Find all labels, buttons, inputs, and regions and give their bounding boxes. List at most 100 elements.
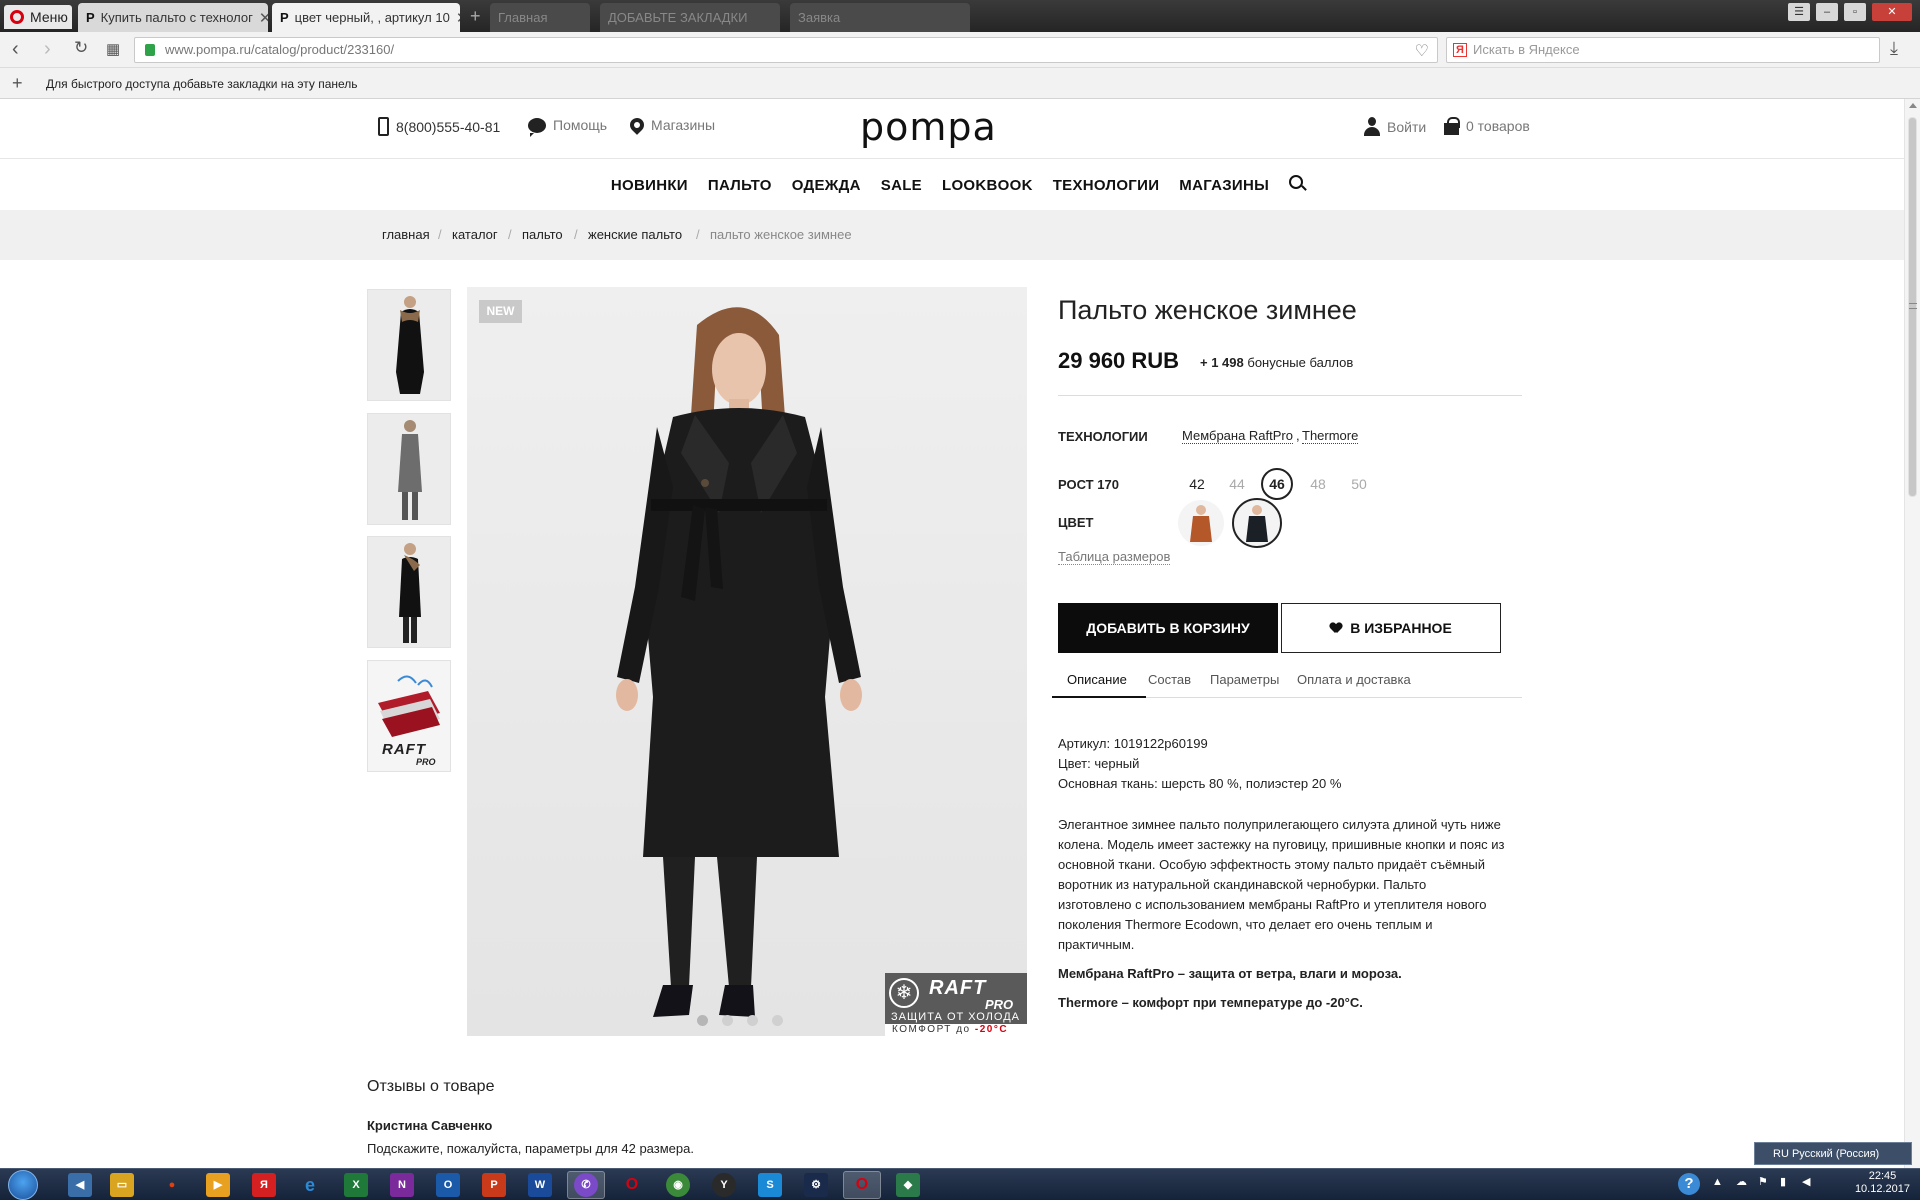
outlook-icon[interactable]: O xyxy=(436,1173,460,1197)
phone-link[interactable]: 8(800)555-40-81 xyxy=(378,117,500,136)
app-icon[interactable]: ◆ xyxy=(896,1173,920,1197)
browser-tab[interactable]: ДОБАВЬТЕ ЗАКЛАДКИ xyxy=(600,3,780,32)
browser-tab-active[interactable]: P цвет черный, , артикул 10 ✕ xyxy=(272,3,460,32)
tab-close-icon[interactable]: ✕ xyxy=(259,9,268,27)
language-indicator[interactable]: RU Русский (Россия) xyxy=(1754,1142,1912,1165)
windows-start-icon[interactable] xyxy=(8,1170,38,1200)
speed-dial-icon[interactable]: ▦ xyxy=(106,40,120,58)
scroll-up-icon[interactable] xyxy=(1909,103,1917,108)
reload-icon[interactable]: ↻ xyxy=(74,38,88,58)
search-icon[interactable] xyxy=(1289,175,1304,189)
pagination-dot[interactable] xyxy=(772,1015,783,1026)
add-bookmark-icon[interactable]: + xyxy=(12,73,23,94)
product-main-image[interactable]: NEW ❄ RAFT PRO ЗАЩИТА ОТ ХОЛОДА КОМФОРТ … xyxy=(467,287,1027,1036)
steam-icon[interactable]: ⚙ xyxy=(804,1173,828,1197)
yandex-search-input[interactable]: Я Искать в Яндексе xyxy=(1446,37,1880,63)
skype-icon[interactable]: S xyxy=(758,1173,782,1197)
tab-close-icon[interactable]: ✕ xyxy=(456,9,460,27)
app-icon[interactable]: ● xyxy=(160,1173,184,1197)
maximize-icon[interactable]: ▫ xyxy=(1844,3,1866,21)
breadcrumb-womens-coats[interactable]: женские пальто xyxy=(588,227,682,242)
nav-item-new[interactable]: НОВИНКИ xyxy=(601,177,698,194)
close-window-icon[interactable]: ✕ xyxy=(1872,3,1912,21)
viber-icon[interactable]: ✆ xyxy=(574,1173,598,1197)
site-logo[interactable]: pompa xyxy=(860,105,997,149)
nav-item-lookbook[interactable]: LOOKBOOK xyxy=(932,177,1043,194)
browser-tab[interactable]: Заявка xyxy=(790,3,970,32)
breadcrumb-catalog[interactable]: каталог xyxy=(452,227,498,242)
help-link[interactable]: Помощь xyxy=(528,117,607,137)
stores-link[interactable]: Магазины xyxy=(627,115,715,135)
cloud-icon[interactable]: ☁ xyxy=(1736,1175,1747,1188)
add-to-cart-button[interactable]: ДОБАВИТЬ В КОРЗИНУ xyxy=(1058,603,1278,653)
pagination-dot[interactable] xyxy=(697,1015,708,1026)
pagination-dot[interactable] xyxy=(747,1015,758,1026)
opera-icon[interactable]: O xyxy=(620,1173,644,1197)
internet-explorer-icon[interactable]: e xyxy=(298,1173,322,1197)
app-icon[interactable]: ▶ xyxy=(206,1173,230,1197)
excel-icon[interactable]: X xyxy=(344,1173,368,1197)
raft-comfort-label: КОМФОРТ до xyxy=(892,1024,971,1035)
opera-active-icon[interactable]: O xyxy=(850,1173,874,1197)
gallery-thumbnail[interactable]: RAFT PRO xyxy=(367,660,451,772)
powerpoint-icon[interactable]: P xyxy=(482,1173,506,1197)
heart-icon xyxy=(1330,623,1342,634)
chrome-icon[interactable]: ◉ xyxy=(666,1173,690,1197)
login-link[interactable]: Войти xyxy=(1364,117,1426,136)
yandex-browser-icon[interactable]: Y xyxy=(712,1173,736,1197)
size-option[interactable]: 50 xyxy=(1343,468,1375,500)
nav-item-clothing[interactable]: ОДЕЖДА xyxy=(782,177,871,194)
nav-item-technologies[interactable]: ТЕХНОЛОГИИ xyxy=(1043,177,1170,194)
size-option[interactable]: 42 xyxy=(1181,468,1213,500)
tab-composition[interactable]: Состав xyxy=(1148,672,1191,687)
forward-icon[interactable]: › xyxy=(44,38,51,61)
flag-icon[interactable]: ⚑ xyxy=(1758,1175,1768,1188)
new-tab-icon[interactable]: + xyxy=(470,6,481,27)
reviews-heading: Отзывы о товаре xyxy=(367,1078,495,1095)
add-to-favorites-button[interactable]: В ИЗБРАННОЕ xyxy=(1281,603,1501,653)
size-option[interactable]: 44 xyxy=(1221,468,1253,500)
tab-list-icon[interactable]: ☰ xyxy=(1788,3,1810,21)
review-author: Кристина Савченко xyxy=(367,1118,493,1133)
browser-menu-button[interactable]: Меню xyxy=(4,5,72,29)
pagination-dot[interactable] xyxy=(722,1015,733,1026)
color-swatch-black-selected[interactable] xyxy=(1232,498,1282,548)
tray-arrow-icon[interactable]: ▲ xyxy=(1712,1176,1723,1188)
gallery-thumbnail[interactable] xyxy=(367,289,451,401)
page-scrollbar[interactable] xyxy=(1904,99,1920,1171)
url-field[interactable]: www.pompa.ru/catalog/product/233160/ ♡ xyxy=(134,37,1438,63)
cart-link[interactable]: 0 товаров xyxy=(1444,117,1530,135)
color-swatch-brown[interactable] xyxy=(1178,500,1224,546)
breadcrumb-coats[interactable]: пальто xyxy=(522,227,563,242)
tab-description[interactable]: Описание xyxy=(1067,672,1127,687)
back-icon[interactable]: ‹ xyxy=(12,38,19,61)
download-icon[interactable]: ⤓ xyxy=(1890,38,1898,59)
tech-link-raftpro[interactable]: Мембрана RaftPro xyxy=(1182,428,1293,444)
yandex-icon[interactable]: Я xyxy=(252,1173,276,1197)
feature-raftpro: Мембрана RaftPro – защита от ветра, влаг… xyxy=(1058,966,1402,981)
tech-link-thermore[interactable]: Thermore xyxy=(1302,428,1359,444)
nav-item-stores[interactable]: МАГАЗИНЫ xyxy=(1169,177,1279,194)
onenote-icon[interactable]: N xyxy=(390,1173,414,1197)
size-option-selected[interactable]: 46 xyxy=(1261,468,1293,500)
media-player-icon[interactable]: ◀ xyxy=(68,1173,92,1197)
browser-tab[interactable]: Главная xyxy=(490,3,590,32)
browser-tab[interactable]: P Купить пальто с технолог ✕ xyxy=(78,3,268,32)
breadcrumb-home[interactable]: главная xyxy=(382,227,430,242)
tab-parameters[interactable]: Параметры xyxy=(1210,672,1279,687)
system-clock[interactable]: 22:45 10.12.2017 xyxy=(1855,1170,1910,1196)
user-icon xyxy=(1364,117,1380,136)
nav-item-coats[interactable]: ПАЛЬТО xyxy=(698,177,782,194)
explorer-icon[interactable]: ▭ xyxy=(110,1173,134,1197)
bookmark-heart-icon[interactable]: ♡ xyxy=(1415,40,1429,64)
minimize-icon[interactable]: – xyxy=(1816,3,1838,21)
word-icon[interactable]: W xyxy=(528,1173,552,1197)
gallery-thumbnail[interactable] xyxy=(367,536,451,648)
tab-payment-delivery[interactable]: Оплата и доставка xyxy=(1297,672,1411,687)
size-option[interactable]: 48 xyxy=(1302,468,1334,500)
network-icon[interactable]: ▮ xyxy=(1780,1175,1786,1188)
nav-item-sale[interactable]: SALE xyxy=(871,177,932,194)
volume-icon[interactable]: ◀ xyxy=(1802,1175,1810,1188)
gallery-thumbnail[interactable] xyxy=(367,413,451,525)
size-table-link[interactable]: Таблица размеров xyxy=(1058,549,1171,565)
